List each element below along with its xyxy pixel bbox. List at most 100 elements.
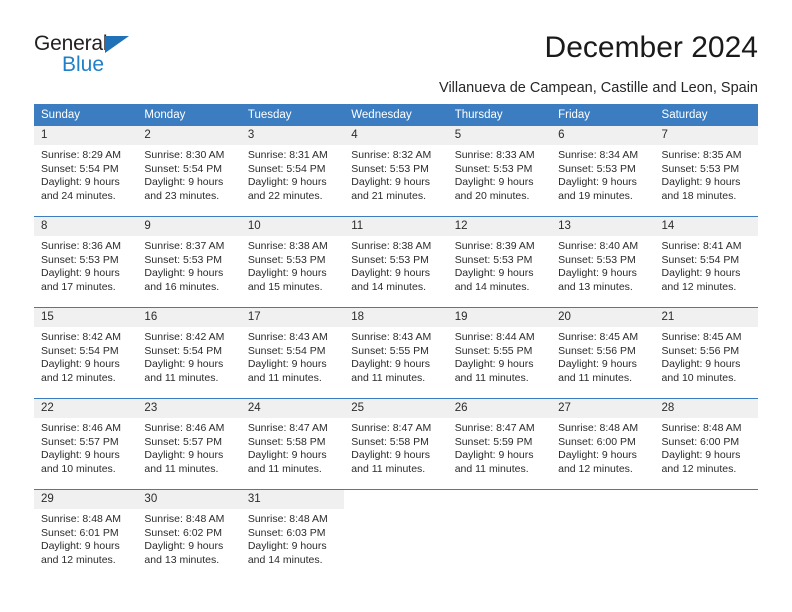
calendar-day-cell[interactable]: 19 Sunrise: 8:44 AM Sunset: 5:55 PM Dayligh… (447, 307, 552, 399)
daylight-duration-line2: and 12 minutes. (41, 553, 116, 566)
daylight-duration-line1: Daylight: 9 hours (247, 540, 327, 553)
calendar-day-cell[interactable]: 16 Sunrise: 8:42 AM Sunset: 5:54 PM Dayligh… (137, 307, 241, 399)
daylight-duration-line1: Daylight: 9 hours (351, 267, 431, 280)
calendar-day-cell[interactable]: 14 Sunrise: 8:41 AM Sunset: 5:54 PM Dayligh… (654, 216, 758, 308)
sunset-time: Sunset: 6:00 PM (558, 435, 636, 448)
day-cell-inner: 8 Sunrise: 8:36 AM Sunset: 5:53 PM Daylight… (34, 217, 138, 307)
day-details: Sunrise: 8:46 AM Sunset: 5:57 PM Daylight:… (137, 418, 240, 476)
sunrise-time: Sunrise: 8:46 AM (144, 422, 225, 434)
day-number: 5 (447, 126, 552, 145)
weekday-header-monday: Monday (137, 104, 241, 126)
day-cell-inner: 23 Sunrise: 8:46 AM Sunset: 5:57 PM Dayligh… (137, 399, 241, 489)
day-cell-inner: 22 Sunrise: 8:46 AM Sunset: 5:57 PM Dayligh… (34, 399, 138, 489)
day-cell-inner: 7 Sunrise: 8:35 AM Sunset: 5:53 PM Daylight… (654, 126, 758, 216)
calendar-day-cell[interactable]: 13 Sunrise: 8:40 AM Sunset: 5:53 PM Dayligh… (551, 216, 655, 308)
day-number: 11 (344, 217, 448, 236)
calendar-day-cell[interactable]: 18 Sunrise: 8:43 AM Sunset: 5:55 PM Dayligh… (344, 307, 448, 399)
sunset-time: Sunset: 5:54 PM (144, 344, 223, 357)
daylight-duration-line1: Daylight: 9 hours (351, 358, 431, 371)
generalblue-logo[interactable]: General Blue (34, 32, 214, 90)
calendar-day-cell[interactable]: 10 Sunrise: 8:38 AM Sunset: 5:53 PM Dayligh… (240, 216, 345, 308)
sunset-time: Sunset: 5:54 PM (41, 162, 119, 175)
calendar-day-cell[interactable]: 7 Sunrise: 8:35 AM Sunset: 5:53 PM Daylight… (654, 126, 758, 217)
calendar-day-cell[interactable]: 22 Sunrise: 8:46 AM Sunset: 5:57 PM Dayligh… (34, 398, 138, 490)
daylight-duration-line1: Daylight: 9 hours (41, 176, 120, 189)
weekday-header-thursday: Thursday (447, 104, 552, 126)
daylight-duration-line2: and 11 minutes. (454, 371, 529, 384)
calendar-day-cell[interactable]: 26 Sunrise: 8:47 AM Sunset: 5:59 PM Dayligh… (447, 398, 552, 490)
daylight-duration-line1: Daylight: 9 hours (351, 449, 431, 462)
calendar-day-cell[interactable]: 4 Sunrise: 8:32 AM Sunset: 5:53 PM Daylight… (344, 126, 448, 217)
day-number: 18 (344, 308, 448, 327)
day-details: Sunrise: 8:48 AM Sunset: 6:03 PM Daylight:… (241, 509, 344, 567)
calendar-day-cell[interactable]: 17 Sunrise: 8:43 AM Sunset: 5:54 PM Dayligh… (240, 307, 345, 399)
day-number: 14 (654, 217, 758, 236)
sunrise-time: Sunrise: 8:32 AM (351, 149, 432, 161)
calendar-day-cell[interactable]: 21 Sunrise: 8:45 AM Sunset: 5:56 PM Dayligh… (654, 307, 758, 399)
calendar-day-cell[interactable]: 6 Sunrise: 8:34 AM Sunset: 5:53 PM Daylight… (551, 126, 655, 217)
day-cell-inner: 9 Sunrise: 8:37 AM Sunset: 5:53 PM Daylight… (137, 217, 241, 307)
calendar-day-cell[interactable]: 8 Sunrise: 8:36 AM Sunset: 5:53 PM Daylight… (34, 216, 138, 308)
calendar-day-cell[interactable]: 27 Sunrise: 8:48 AM Sunset: 6:00 PM Dayligh… (551, 398, 655, 490)
sunrise-time: Sunrise: 8:34 AM (558, 149, 639, 161)
day-details: Sunrise: 8:43 AM Sunset: 5:55 PM Daylight:… (344, 327, 447, 385)
calendar-day-cell[interactable]: 23 Sunrise: 8:46 AM Sunset: 5:57 PM Dayligh… (137, 398, 241, 490)
daylight-duration-line2: and 12 minutes. (41, 371, 116, 384)
calendar-day-cell[interactable]: 24 Sunrise: 8:47 AM Sunset: 5:58 PM Dayligh… (240, 398, 345, 490)
calendar-day-cell[interactable]: 25 Sunrise: 8:47 AM Sunset: 5:58 PM Dayligh… (344, 398, 448, 490)
day-cell-inner: 15 Sunrise: 8:42 AM Sunset: 5:54 PM Dayligh… (34, 308, 138, 398)
day-cell-inner: 12 Sunrise: 8:39 AM Sunset: 5:53 PM Dayligh… (447, 217, 552, 307)
day-number: 28 (654, 399, 758, 418)
daylight-duration-line2: and 17 minutes. (41, 280, 116, 293)
day-number: 24 (240, 399, 345, 418)
calendar-day-cell[interactable]: 11 Sunrise: 8:38 AM Sunset: 5:53 PM Dayligh… (344, 216, 448, 308)
sunrise-time: Sunrise: 8:47 AM (454, 422, 535, 434)
calendar-day-cell[interactable]: 20 Sunrise: 8:45 AM Sunset: 5:56 PM Dayligh… (551, 307, 655, 399)
sunrise-time: Sunrise: 8:30 AM (144, 149, 225, 161)
day-details: Sunrise: 8:35 AM Sunset: 5:53 PM Daylight:… (655, 145, 758, 203)
day-cell-inner: 2 Sunrise: 8:30 AM Sunset: 5:54 PM Daylight… (137, 126, 241, 216)
daylight-duration-line2: and 11 minutes. (247, 371, 322, 384)
calendar-week-row: 15 Sunrise: 8:42 AM Sunset: 5:54 PM Dayligh… (34, 307, 758, 399)
calendar-day-cell[interactable]: 30 Sunrise: 8:48 AM Sunset: 6:02 PM Dayligh… (137, 489, 241, 580)
sunset-time: Sunset: 5:53 PM (351, 162, 429, 175)
sunset-time: Sunset: 6:00 PM (661, 435, 740, 448)
daylight-duration-line1: Daylight: 9 hours (661, 267, 741, 280)
sunrise-time: Sunrise: 8:47 AM (247, 422, 328, 434)
logo-text-blue: Blue (62, 53, 105, 76)
day-details: Sunrise: 8:45 AM Sunset: 5:56 PM Daylight:… (655, 327, 758, 385)
day-cell-inner: 17 Sunrise: 8:43 AM Sunset: 5:54 PM Dayligh… (240, 308, 345, 398)
calendar-day-cell[interactable]: 29 Sunrise: 8:48 AM Sunset: 6:01 PM Dayligh… (34, 489, 138, 580)
day-number: 15 (34, 308, 138, 327)
calendar-day-cell[interactable]: 15 Sunrise: 8:42 AM Sunset: 5:54 PM Dayligh… (34, 307, 138, 399)
calendar-day-cell[interactable]: 12 Sunrise: 8:39 AM Sunset: 5:53 PM Dayligh… (447, 216, 552, 308)
calendar-day-cell[interactable]: 1 Sunrise: 8:29 AM Sunset: 5:54 PM Daylight… (34, 126, 138, 217)
day-details: Sunrise: 8:48 AM Sunset: 6:00 PM Daylight:… (655, 418, 758, 476)
calendar-day-cell[interactable]: 5 Sunrise: 8:33 AM Sunset: 5:53 PM Daylight… (447, 126, 552, 217)
calendar-day-cell[interactable]: 2 Sunrise: 8:30 AM Sunset: 5:54 PM Daylight… (137, 126, 241, 217)
day-details: Sunrise: 8:44 AM Sunset: 5:55 PM Daylight:… (448, 327, 551, 385)
daylight-duration-line2: and 11 minutes. (558, 371, 633, 384)
sunrise-time: Sunrise: 8:48 AM (144, 513, 225, 525)
day-details (551, 509, 654, 513)
day-details: Sunrise: 8:37 AM Sunset: 5:53 PM Daylight:… (137, 236, 240, 294)
day-cell-inner: 30 Sunrise: 8:48 AM Sunset: 6:02 PM Dayligh… (137, 490, 241, 580)
day-cell-inner: 16 Sunrise: 8:42 AM Sunset: 5:54 PM Dayligh… (137, 308, 241, 398)
calendar-table: Sunday Monday Tuesday Wednesday Thursday Frid… (34, 104, 758, 580)
sunset-time: Sunset: 5:55 PM (454, 344, 533, 357)
calendar-day-cell[interactable]: 31 Sunrise: 8:48 AM Sunset: 6:03 PM Dayligh… (240, 489, 345, 580)
daylight-duration-line1: Daylight: 9 hours (144, 176, 224, 189)
sunset-time: Sunset: 5:55 PM (351, 344, 429, 357)
sunrise-time: Sunrise: 8:36 AM (41, 240, 121, 252)
weekday-header-wednesday: Wednesday (344, 104, 448, 126)
calendar-day-cell[interactable]: 3 Sunrise: 8:31 AM Sunset: 5:54 PM Daylight… (240, 126, 345, 217)
day-number (344, 490, 447, 509)
calendar-day-cell[interactable]: 9 Sunrise: 8:37 AM Sunset: 5:53 PM Daylight… (137, 216, 241, 308)
daylight-duration-line1: Daylight: 9 hours (247, 267, 327, 280)
calendar-day-cell[interactable]: 28 Sunrise: 8:48 AM Sunset: 6:00 PM Dayligh… (654, 398, 758, 490)
sunrise-time: Sunrise: 8:43 AM (247, 331, 328, 343)
calendar-body: 1 Sunrise: 8:29 AM Sunset: 5:54 PM Daylight… (34, 126, 758, 580)
day-details (655, 509, 758, 513)
day-number: 19 (447, 308, 552, 327)
day-details: Sunrise: 8:33 AM Sunset: 5:53 PM Daylight:… (448, 145, 551, 203)
